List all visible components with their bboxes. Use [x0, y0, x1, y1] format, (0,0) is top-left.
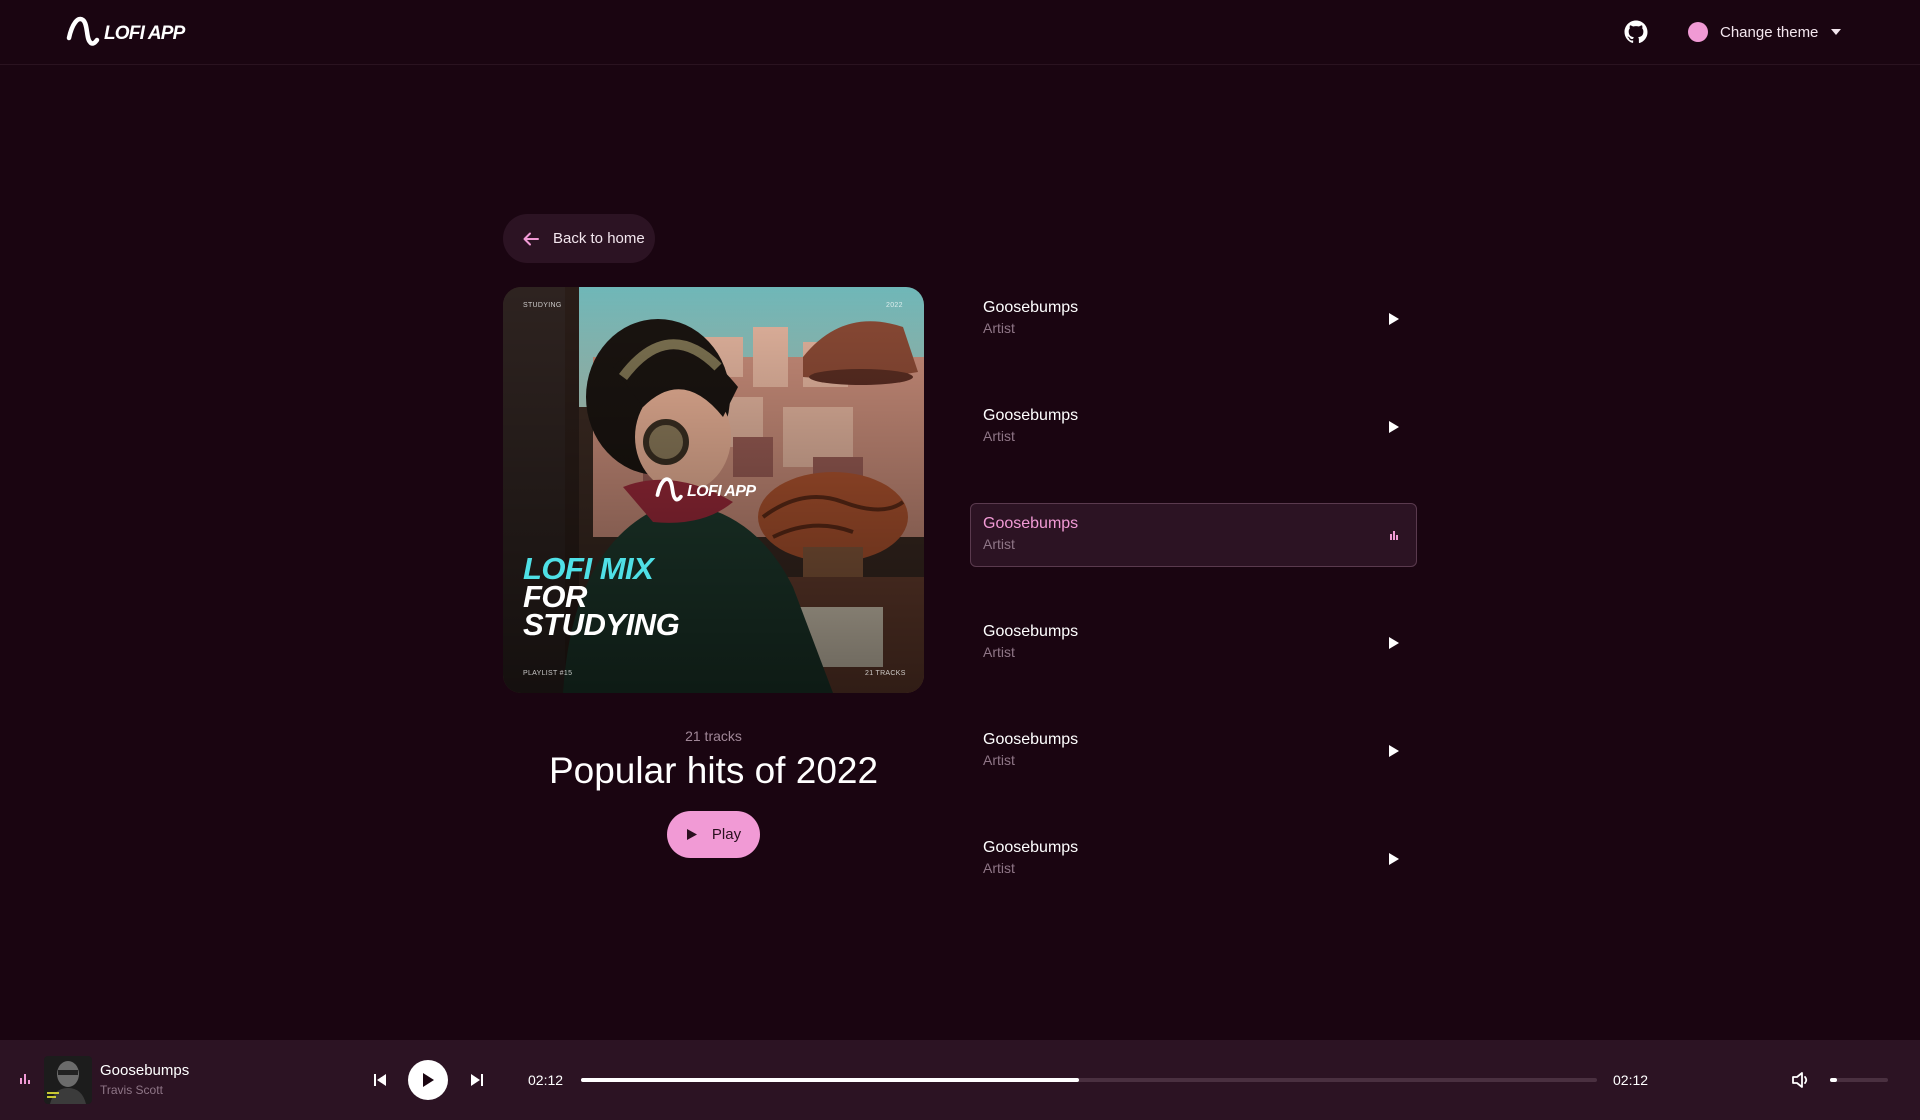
artwork-image	[44, 1056, 92, 1104]
track-title: Goosebumps	[983, 299, 1079, 316]
track-row[interactable]: Goosebumps Artist	[970, 611, 1417, 675]
arrow-left-icon	[523, 232, 539, 245]
track-title: Goosebumps	[983, 623, 1079, 640]
cover-headline: LOFI MIX FOR STUDYING	[523, 553, 680, 642]
track-title: Goosebumps	[983, 839, 1079, 856]
tracks-count: 21 tracks	[685, 728, 742, 744]
github-icon[interactable]	[1624, 20, 1648, 44]
theme-color-swatch	[1688, 22, 1708, 42]
track-row[interactable]: Goosebumps Artist	[970, 503, 1417, 567]
current-time: 02:12	[528, 1072, 564, 1088]
cover-logo-text: LOFI APP	[687, 483, 756, 500]
play-label: Play	[711, 826, 742, 843]
cover-logo: LOFI APP	[655, 475, 756, 505]
playlist-title: Popular hits of 2022	[548, 750, 879, 791]
volume-fill	[1830, 1078, 1837, 1082]
now-playing-artist: Travis Scott	[100, 1083, 163, 1097]
equalizer-icon[interactable]	[1387, 528, 1401, 542]
volume-slider[interactable]	[1830, 1078, 1888, 1082]
equalizer-icon	[20, 1074, 30, 1084]
now-playing-title: Goosebumps	[100, 1062, 190, 1079]
cover-tag-bottom-right: 21 TRACKS	[865, 670, 906, 677]
duration: 02:12	[1613, 1072, 1649, 1088]
play-icon[interactable]	[1387, 636, 1401, 650]
logo-text: LOFI APP	[104, 23, 185, 44]
progress-fill	[581, 1078, 1079, 1082]
play-icon[interactable]	[1387, 312, 1401, 326]
app-logo[interactable]: LOFI APP	[66, 14, 185, 50]
play-pause-button[interactable]	[408, 1060, 448, 1100]
play-icon[interactable]	[1387, 744, 1401, 758]
track-artist: Artist	[983, 752, 1015, 768]
track-artist: Artist	[983, 428, 1015, 444]
cover-tag-top-left: STUDYING	[523, 302, 562, 309]
play-icon[interactable]	[1387, 420, 1401, 434]
track-artist: Artist	[983, 320, 1015, 336]
cover-tag-top-right: 2022	[886, 302, 903, 309]
track-artist: Artist	[983, 860, 1015, 876]
back-to-home-label: Back to home	[553, 230, 645, 247]
back-to-home-button[interactable]: Back to home	[503, 214, 655, 263]
track-row[interactable]: Goosebumps Artist	[970, 395, 1417, 459]
cover-tag-bottom-left: PLAYLIST #15	[523, 670, 573, 677]
play-icon	[423, 1073, 434, 1087]
track-row[interactable]: Goosebumps Artist	[970, 287, 1417, 351]
play-playlist-button[interactable]: Play	[667, 811, 760, 858]
change-theme-label: Change theme	[1720, 23, 1819, 41]
track-title: Goosebumps	[983, 407, 1079, 424]
top-bar: LOFI APP Change theme	[0, 0, 1920, 65]
track-title: Goosebumps	[983, 515, 1079, 532]
next-track-icon[interactable]	[470, 1073, 484, 1087]
track-row[interactable]: Goosebumps Artist	[970, 827, 1417, 891]
progress-bar[interactable]	[581, 1078, 1597, 1082]
track-row[interactable]: Goosebumps Artist	[970, 719, 1417, 783]
logo-wave-icon	[655, 477, 683, 502]
change-theme-button[interactable]: Change theme	[1688, 20, 1842, 44]
track-artist: Artist	[983, 536, 1015, 552]
playlist-cover: STUDYING 2022 LOFI APP LOFI MIX FOR STUD…	[503, 287, 924, 693]
track-artist: Artist	[983, 644, 1015, 660]
play-icon[interactable]	[1387, 852, 1401, 866]
track-title: Goosebumps	[983, 731, 1079, 748]
chevron-down-icon	[1831, 29, 1842, 35]
previous-track-icon[interactable]	[373, 1073, 387, 1087]
play-icon	[686, 829, 697, 840]
volume-icon[interactable]	[1791, 1070, 1811, 1090]
logo-wave-icon	[66, 16, 100, 46]
cover-line-3: STUDYING	[523, 607, 680, 642]
now-playing-artwork	[44, 1056, 92, 1104]
